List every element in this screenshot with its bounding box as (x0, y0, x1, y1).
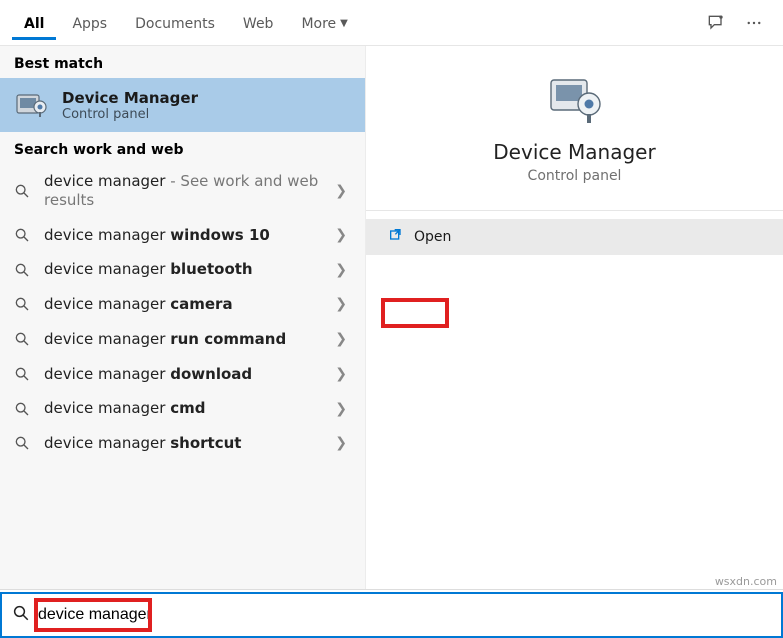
feedback-icon[interactable] (699, 6, 733, 40)
search-bar[interactable] (0, 592, 783, 638)
search-icon (12, 604, 30, 626)
open-label: Open (414, 229, 451, 245)
suggestion-item[interactable]: device manager shortcut ❯ (0, 426, 365, 461)
search-input[interactable] (38, 606, 771, 624)
suggestion-item[interactable]: device manager windows 10 ❯ (0, 218, 365, 253)
device-manager-icon (14, 88, 48, 122)
search-icon (14, 331, 32, 347)
tab-all[interactable]: All (12, 6, 56, 40)
search-icon (14, 296, 32, 312)
chevron-right-icon[interactable]: ❯ (335, 366, 351, 382)
chevron-right-icon[interactable]: ❯ (335, 262, 351, 278)
suggestion-item[interactable]: device manager camera ❯ (0, 287, 365, 322)
search-icon (14, 366, 32, 382)
suggestion-text: device manager bluetooth (44, 260, 323, 279)
search-icon (14, 401, 32, 417)
open-icon (388, 227, 404, 247)
search-icon (14, 435, 32, 451)
suggestion-text: device manager download (44, 365, 323, 384)
preview-header: Device Manager Control panel (366, 46, 783, 206)
best-match-title: Device Manager (62, 89, 198, 107)
tab-apps[interactable]: Apps (60, 6, 119, 40)
tab-web[interactable]: Web (231, 6, 286, 40)
chevron-right-icon[interactable]: ❯ (335, 331, 351, 347)
search-icon (14, 227, 32, 243)
open-action[interactable]: Open (366, 219, 783, 255)
chevron-right-icon[interactable]: ❯ (335, 183, 351, 199)
divider (366, 210, 783, 211)
scope-tabs: All Apps Documents Web More ▼ (0, 0, 783, 46)
section-best-match: Best match (0, 46, 365, 78)
results-list: Best match Device Manager Control panel (0, 46, 365, 589)
search-flyout: All Apps Documents Web More ▼ Best match (0, 0, 783, 590)
best-match-item[interactable]: Device Manager Control panel (0, 78, 365, 132)
chevron-right-icon[interactable]: ❯ (335, 435, 351, 451)
tab-documents[interactable]: Documents (123, 6, 227, 40)
preview-title: Device Manager (493, 140, 655, 164)
device-manager-large-icon (545, 72, 605, 126)
section-search-web: Search work and web (0, 132, 365, 164)
chevron-right-icon[interactable]: ❯ (335, 401, 351, 417)
annotation-highlight-open (381, 298, 449, 328)
search-icon (14, 262, 32, 278)
suggestion-text: device manager camera (44, 295, 323, 314)
suggestion-text: device manager cmd (44, 399, 323, 418)
best-match-text: Device Manager Control panel (62, 89, 198, 122)
suggestion-text: device manager windows 10 (44, 226, 323, 245)
chevron-right-icon[interactable]: ❯ (335, 296, 351, 312)
suggestion-item[interactable]: device manager cmd ❯ (0, 391, 365, 426)
chevron-down-icon: ▼ (340, 18, 348, 29)
suggestion-item[interactable]: device manager run command ❯ (0, 322, 365, 357)
suggestion-text: device manager - See work and web result… (44, 172, 323, 210)
tab-more[interactable]: More ▼ (289, 6, 359, 40)
suggestion-text: device manager run command (44, 330, 323, 349)
preview-pane: Device Manager Control panel Open (365, 46, 783, 589)
more-options-icon[interactable] (737, 6, 771, 40)
chevron-right-icon[interactable]: ❯ (335, 227, 351, 243)
results-area: Best match Device Manager Control panel (0, 46, 783, 589)
watermark: wsxdn.com (715, 575, 777, 588)
suggestion-text: device manager shortcut (44, 434, 323, 453)
suggestion-item[interactable]: device manager download ❯ (0, 357, 365, 392)
suggestion-item[interactable]: device manager bluetooth ❯ (0, 252, 365, 287)
tab-more-label: More (301, 16, 336, 32)
suggestion-item[interactable]: device manager - See work and web result… (0, 164, 365, 218)
best-match-subtitle: Control panel (62, 107, 198, 122)
search-icon (14, 183, 32, 199)
preview-subtitle: Control panel (528, 168, 622, 184)
